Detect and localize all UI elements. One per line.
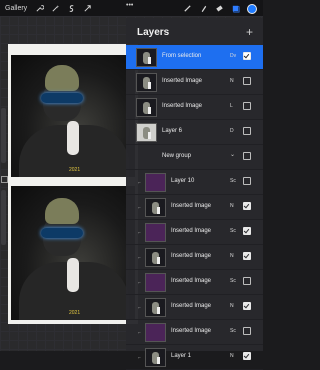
modify-button[interactable] (1, 176, 8, 183)
layers-panel: Layers + From selection Dv Inserted Image N… (126, 18, 263, 370)
blend-mode[interactable]: D (230, 128, 234, 134)
clip-icon: ⌐ (138, 330, 141, 336)
blend-mode[interactable]: N (230, 78, 234, 84)
blend-mode[interactable]: Sc (230, 178, 236, 184)
blend-mode[interactable]: N (230, 253, 234, 259)
layer-row[interactable]: From selection Dv (126, 45, 263, 70)
layer-thumbnail[interactable] (145, 198, 166, 217)
layer-name: Inserted Image (162, 78, 203, 84)
visibility-checkbox[interactable] (243, 277, 251, 285)
blend-mode[interactable]: N (230, 353, 234, 359)
clip-icon: ⌐ (138, 355, 141, 361)
layer-thumbnail[interactable] (145, 223, 166, 242)
visibility-checkbox[interactable] (243, 177, 251, 185)
blend-mode[interactable]: L (230, 103, 233, 109)
layers-header: Layers + (126, 18, 263, 46)
visibility-checkbox[interactable] (243, 202, 251, 210)
photo-top: 2021 (11, 55, 135, 177)
date-stamp: 2021 (69, 310, 81, 316)
layer-row[interactable]: ⌐ Inserted Image Sc (126, 320, 263, 345)
layer-thumbnail[interactable] (136, 73, 157, 92)
transform-arrow-icon[interactable] (79, 0, 95, 16)
wrench-icon[interactable] (31, 0, 47, 16)
visibility-checkbox[interactable] (243, 252, 251, 260)
blend-mode[interactable]: Dv (230, 53, 236, 59)
magic-wand-icon[interactable] (47, 0, 63, 16)
smudge-icon[interactable] (195, 0, 211, 16)
add-layer-button[interactable]: + (246, 25, 253, 39)
clip-icon: ⌐ (138, 230, 141, 236)
sidebar-sliders (0, 108, 8, 278)
visibility-checkbox[interactable] (243, 327, 251, 335)
layer-name: New group (162, 153, 192, 159)
layers-icon[interactable] (227, 0, 243, 16)
layer-name: Inserted Image (171, 278, 212, 284)
artboard: 2021 2021 (8, 44, 138, 324)
photo-bottom: 2021 (11, 186, 135, 320)
layer-name: Inserted Image (162, 103, 203, 109)
date-stamp: 2021 (69, 167, 81, 173)
opacity-slider[interactable] (1, 190, 6, 245)
visibility-checkbox[interactable] (243, 302, 251, 310)
layer-thumbnail[interactable] (145, 298, 166, 317)
blend-mode[interactable]: N (230, 203, 234, 209)
layer-row[interactable]: ⌐ Layer 10 Sc (126, 170, 263, 195)
layer-row[interactable]: ⌐ Inserted Image N (126, 195, 263, 220)
blend-mode[interactable]: Sc (230, 278, 236, 284)
layer-row[interactable]: ⌐ Inserted Image N (126, 245, 263, 270)
chevron-down-icon[interactable]: ⌄ (230, 151, 235, 158)
layer-name: Inserted Image (171, 228, 212, 234)
layer-name: Layer 6 (162, 128, 183, 134)
layer-name: Inserted Image (171, 253, 212, 259)
layer-thumbnail[interactable] (136, 48, 157, 67)
clip-icon: ⌐ (138, 180, 141, 186)
layer-row[interactable]: Inserted Image N (126, 70, 263, 95)
layer-thumbnail[interactable] (145, 248, 166, 267)
visibility-checkbox[interactable] (243, 227, 251, 235)
layer-name: Inserted Image (171, 203, 212, 209)
layer-name: From selection (162, 53, 202, 59)
visibility-checkbox[interactable] (243, 352, 251, 360)
layer-row[interactable]: ⌐ Layer 1 N (126, 345, 263, 370)
brush-icon[interactable] (179, 0, 195, 16)
layer-thumbnail[interactable] (145, 173, 166, 192)
layer-thumbnail[interactable] (136, 123, 157, 142)
layer-row[interactable]: ⌐ Inserted Image Sc (126, 270, 263, 295)
layer-thumbnail[interactable] (136, 98, 157, 117)
layer-group[interactable]: New group ⌄ (126, 145, 263, 170)
visibility-checkbox[interactable] (243, 127, 251, 135)
visibility-checkbox[interactable] (243, 102, 251, 110)
layer-row[interactable]: Layer 6 D (126, 120, 263, 145)
layer-name: Inserted Image (171, 328, 212, 334)
top-toolbar: Gallery ••• (0, 0, 263, 16)
more-icon[interactable]: ••• (126, 2, 133, 9)
layer-thumbnail[interactable] (145, 323, 166, 342)
clip-icon: ⌐ (138, 280, 141, 286)
visibility-checkbox[interactable] (243, 77, 251, 85)
blend-mode[interactable]: Sc (230, 228, 236, 234)
eraser-icon[interactable] (211, 0, 227, 16)
blend-mode[interactable]: N (230, 303, 234, 309)
blend-mode[interactable]: Sc (230, 328, 236, 334)
layer-row[interactable]: ⌐ Inserted Image N (126, 295, 263, 320)
clip-icon: ⌐ (138, 255, 141, 261)
selection-s-icon[interactable] (63, 0, 79, 16)
gallery-button[interactable]: Gallery (5, 5, 31, 12)
layer-row[interactable]: ⌐ Inserted Image Sc (126, 220, 263, 245)
layer-list: From selection Dv Inserted Image N Inserted … (126, 45, 263, 370)
layer-name: Layer 1 (171, 353, 192, 359)
layer-thumbnail[interactable] (145, 273, 166, 292)
visibility-checkbox[interactable] (243, 52, 251, 60)
clip-icon: ⌐ (138, 305, 141, 311)
panel-title: Layers (137, 27, 170, 38)
clip-icon: ⌐ (138, 205, 141, 211)
layer-row[interactable]: Inserted Image L (126, 95, 263, 120)
brush-size-slider[interactable] (1, 108, 6, 163)
layer-name: Layer 10 (171, 178, 195, 184)
painting-tools (179, 0, 243, 16)
layer-name: Inserted Image (171, 303, 212, 309)
color-swatch[interactable] (247, 4, 257, 14)
visibility-checkbox[interactable] (243, 152, 251, 160)
